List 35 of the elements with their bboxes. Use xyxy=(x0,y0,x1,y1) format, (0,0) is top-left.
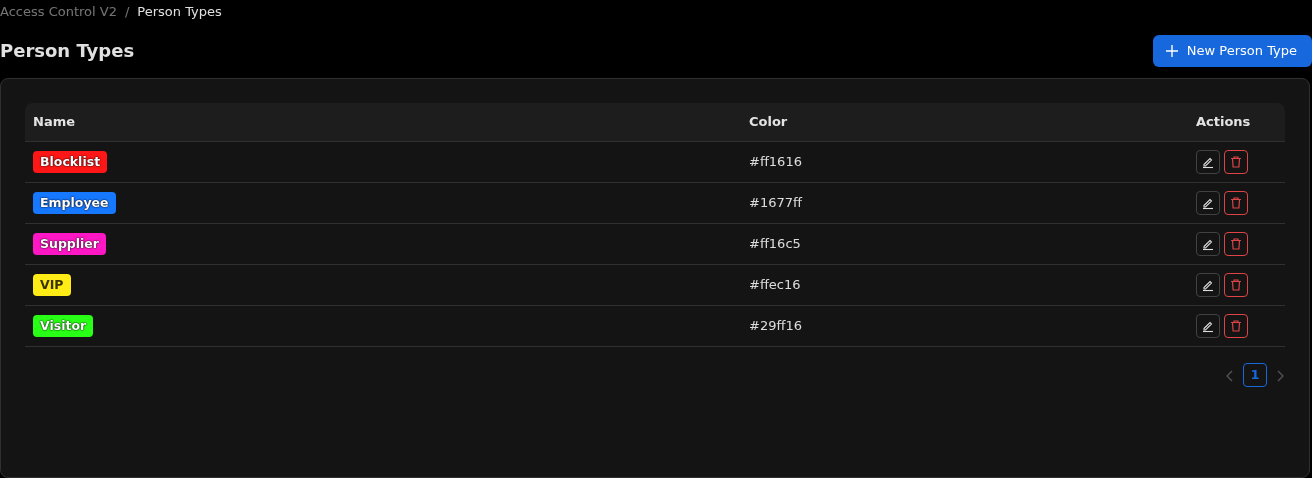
type-tag: VIP xyxy=(33,273,71,297)
type-tag: Supplier xyxy=(33,232,106,256)
trash-icon xyxy=(1229,277,1243,292)
color-code: #1677ff xyxy=(741,183,1188,224)
edit-button[interactable] xyxy=(1196,190,1220,215)
color-code: #29ff16 xyxy=(741,306,1188,347)
column-header: Actions xyxy=(1188,103,1285,142)
color-code: #ff16c5 xyxy=(741,224,1188,265)
breadcrumb-current: Person Types xyxy=(137,3,222,22)
breadcrumb-link[interactable]: Access Control V2 xyxy=(0,2,117,22)
column-header: Color xyxy=(741,103,1188,142)
type-tag: Employee xyxy=(33,191,116,215)
color-code: #ff1616 xyxy=(741,142,1188,183)
plus-icon xyxy=(1164,44,1179,58)
edit-button[interactable] xyxy=(1196,272,1220,297)
trash-icon xyxy=(1229,154,1243,169)
edit-button[interactable] xyxy=(1196,313,1220,338)
delete-button[interactable] xyxy=(1224,272,1248,297)
trash-icon xyxy=(1229,318,1243,333)
trash-icon xyxy=(1229,236,1243,251)
column-header: Name xyxy=(25,103,741,142)
type-tag: Blocklist xyxy=(33,150,108,174)
delete-button[interactable] xyxy=(1224,190,1248,215)
type-tag: Visitor xyxy=(33,314,94,338)
edit-button[interactable] xyxy=(1196,231,1220,256)
trash-icon xyxy=(1229,195,1243,210)
delete-button[interactable] xyxy=(1224,149,1248,174)
delete-button[interactable] xyxy=(1224,231,1248,256)
page-title: Person Types xyxy=(0,40,135,62)
color-code: #ffec16 xyxy=(741,265,1188,306)
edit-button[interactable] xyxy=(1196,149,1220,174)
delete-button[interactable] xyxy=(1224,313,1248,338)
breadcrumb-separator: / xyxy=(124,3,130,22)
page-button[interactable]: 1 xyxy=(1243,363,1267,387)
new-button[interactable]: New Person Type xyxy=(1152,35,1312,67)
